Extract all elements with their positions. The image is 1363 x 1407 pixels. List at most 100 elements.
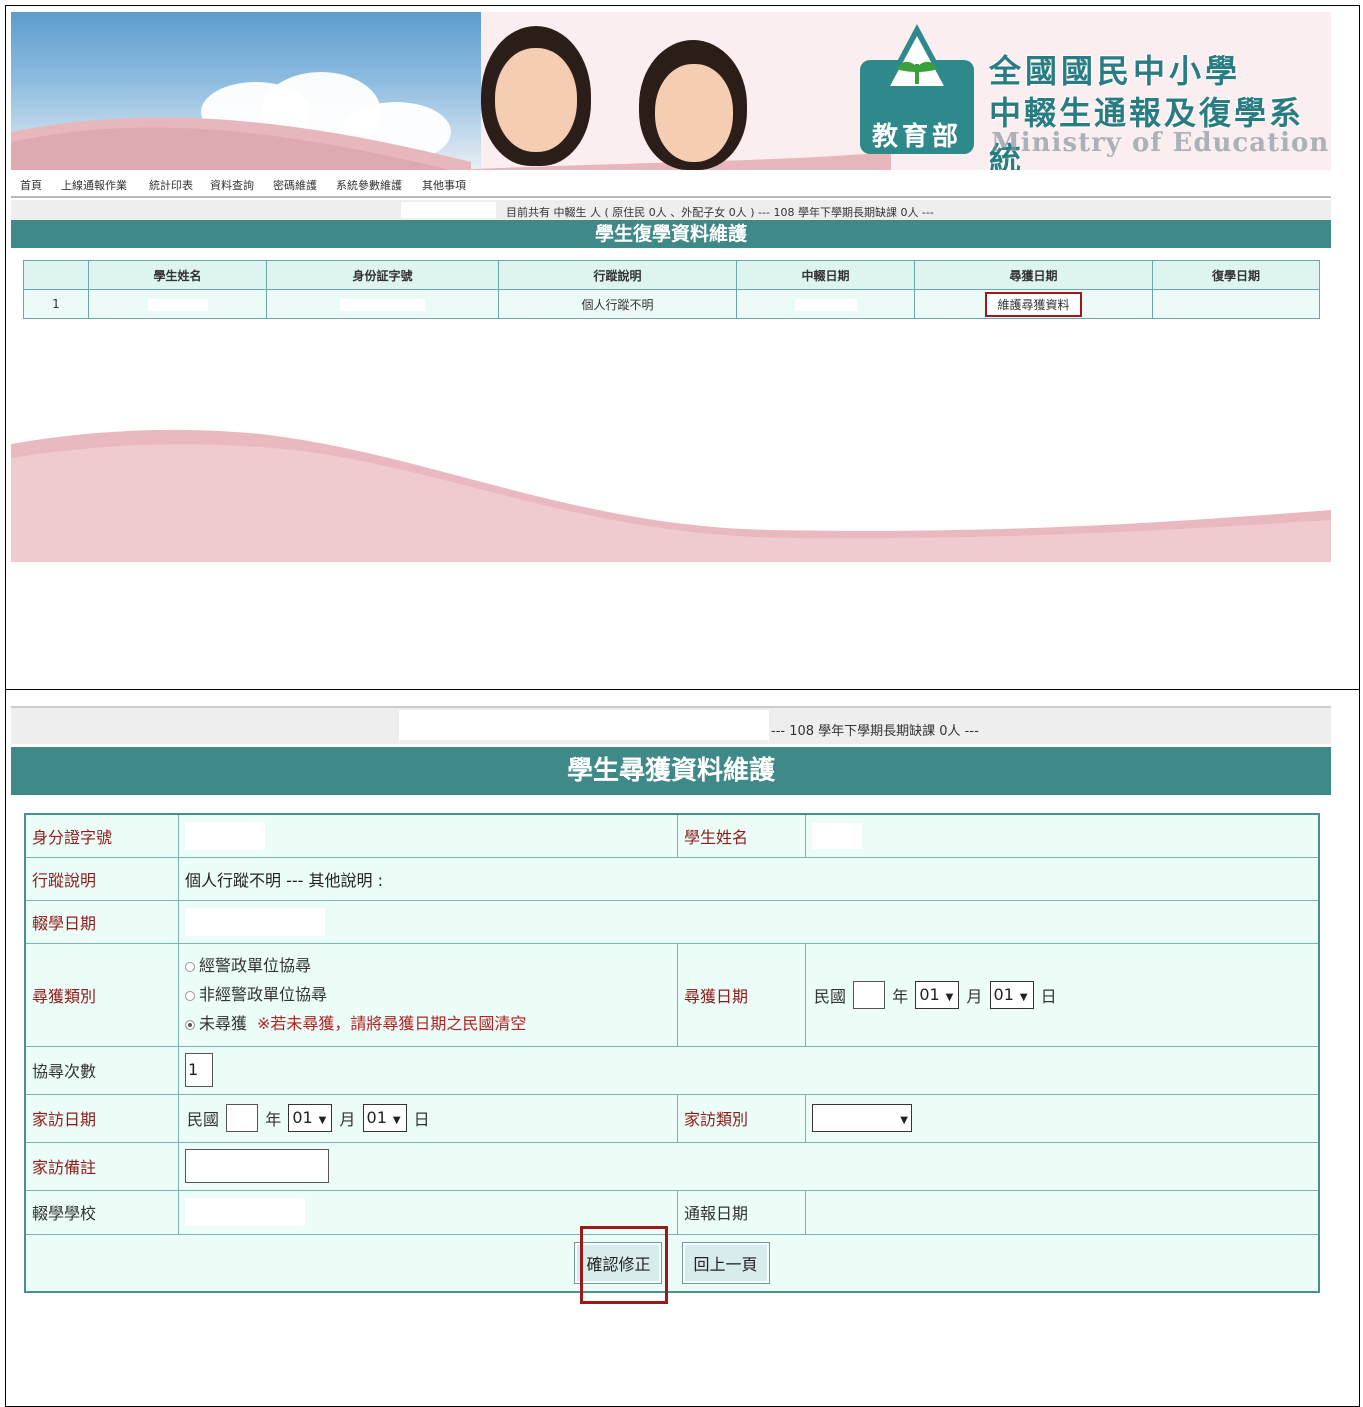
nav-item-password[interactable]: 密碼維護 — [273, 177, 317, 193]
form-row-home-visit-note: 家訪備註 — [24, 1141, 1320, 1191]
found-type-option-notfound[interactable]: 未尋獲 ※若未尋獲，請將尋獲日期之民國清空 — [185, 1009, 671, 1038]
redacted-school-name — [401, 202, 496, 218]
radio-notfound-selected[interactable] — [185, 1019, 195, 1030]
found-type-option-nonpolice[interactable]: 非經警政單位協尋 — [185, 980, 671, 1009]
home-visit-date-field: 民國 年 01 ▼ 月 01 ▼ 日 — [178, 1093, 678, 1143]
chevron-down-icon: ▼ — [392, 1115, 401, 1126]
status-bar-bottom: --- 108 學年下學期長期缺課 0人 --- — [11, 706, 1331, 744]
id-value-cell — [178, 813, 678, 858]
nav-item-statistics[interactable]: 統計印表 — [149, 177, 193, 193]
home-visit-type-cell: ▼ — [805, 1093, 1320, 1143]
column-header-dropout-date: 中輟日期 — [736, 260, 915, 290]
found-day-select[interactable]: 01 ▼ — [989, 980, 1034, 1009]
redacted-name-value — [812, 822, 862, 849]
row-dropout-date-cell — [736, 289, 915, 319]
panel-student-return-list: 教育部 全國國民中小學 中輟生通報及復學系統 Ministry of Educa… — [5, 5, 1360, 691]
column-header-name: 學生姓名 — [88, 260, 267, 290]
redacted-status — [399, 710, 769, 740]
found-data-form: 身分證字號 學生姓名 行蹤說明 個人行蹤不明 --- 其他說明 : 輟學日期 尋… — [24, 813, 1320, 1293]
table-header-row: 學生姓名 身份証字號 行蹤說明 中輟日期 尋獲日期 復學日期 — [23, 260, 1320, 290]
nav-item-home[interactable]: 首頁 — [20, 177, 42, 193]
chevron-down-icon: ▼ — [900, 1115, 908, 1126]
footer-wave-decoration — [11, 429, 1331, 562]
form-row-home-visit-date: 家訪日期 民國 年 01 ▼ 月 01 ▼ 日 家訪類別 ▼ — [24, 1093, 1320, 1143]
chevron-down-icon: ▼ — [318, 1115, 327, 1126]
nav-item-other[interactable]: 其他事項 — [422, 177, 466, 193]
whereabouts-label: 行蹤說明 — [24, 856, 179, 901]
nav-item-system-params[interactable]: 系統參數維護 — [336, 177, 402, 193]
confirm-button-highlight — [580, 1226, 668, 1304]
form-row-id: 身分證字號 學生姓名 — [24, 813, 1320, 858]
found-year-unit: 年 — [892, 986, 909, 1006]
found-type-label: 尋獲類別 — [24, 942, 179, 1047]
header-banner: 教育部 全國國民中小學 中輟生通報及復學系統 Ministry of Educa… — [11, 12, 1331, 170]
found-type-options: 經警政單位協尋 非經警政單位協尋 未尋獲 ※若未尋獲，請將尋獲日期之民國清空 — [178, 942, 678, 1047]
form-row-found-type: 尋獲類別 經警政單位協尋 非經警政單位協尋 未尋獲 ※若未尋獲，請將尋獲日期之民國… — [24, 942, 1320, 1047]
home-visit-type-label: 家訪類別 — [677, 1093, 806, 1143]
dropout-date-cell — [178, 899, 1320, 944]
whereabouts-value: 個人行蹤不明 --- 其他說明 : — [178, 856, 1320, 901]
home-visit-date-label: 家訪日期 — [24, 1093, 179, 1143]
home-visit-month-select[interactable]: 01 ▼ — [288, 1104, 333, 1132]
nav-item-query[interactable]: 資料查詢 — [210, 177, 254, 193]
panel-found-data-form: --- 108 學年下學期長期缺課 0人 --- 學生尋獲資料維護 身分證字號 … — [5, 689, 1360, 1407]
form-row-search-count: 協尋次數 1 — [24, 1045, 1320, 1095]
home-visit-year-input[interactable] — [226, 1104, 259, 1132]
redacted-id-value — [185, 821, 265, 850]
radio-police[interactable] — [185, 961, 195, 972]
home-visit-day-unit: 日 — [413, 1110, 430, 1129]
system-title-english: Ministry of Education — [991, 128, 1330, 158]
home-visit-note-label: 家訪備註 — [24, 1141, 179, 1191]
found-month-unit: 月 — [966, 986, 983, 1006]
search-count-input[interactable]: 1 — [185, 1053, 213, 1087]
row-index: 1 — [23, 289, 89, 319]
maintain-found-link[interactable]: 維護尋獲資料 — [985, 291, 1082, 317]
home-visit-note-input[interactable] — [185, 1149, 329, 1183]
redacted-name — [147, 298, 208, 311]
main-nav: 首頁 上線通報作業 統計印表 資料查詢 密碼維護 系統參數維護 其他事項 — [11, 170, 1331, 198]
column-header-whereabouts: 行蹤說明 — [498, 260, 737, 290]
system-title-line1: 全國國民中小學 — [989, 52, 1242, 90]
column-header-index — [23, 260, 89, 290]
action-cell: 確認修正 回上一頁 — [24, 1233, 1320, 1293]
found-month-select[interactable]: 01 ▼ — [915, 980, 960, 1009]
page-title-return: 學生復學資料維護 — [11, 220, 1331, 248]
redacted-school — [185, 1198, 305, 1226]
found-type-option-police[interactable]: 經警政單位協尋 — [185, 951, 671, 980]
found-type-note: ※若未尋獲，請將尋獲日期之民國清空 — [257, 1014, 527, 1033]
found-year-input[interactable] — [853, 980, 886, 1009]
home-visit-year-unit: 年 — [265, 1110, 282, 1129]
search-count-label: 協尋次數 — [24, 1045, 179, 1095]
moe-label: 教育部 — [871, 122, 962, 152]
report-date-cell — [805, 1189, 1320, 1235]
row-id-cell — [266, 289, 499, 319]
report-date-label: 通報日期 — [677, 1189, 806, 1235]
column-header-found-date: 尋獲日期 — [914, 260, 1153, 290]
chevron-down-icon: ▼ — [1019, 991, 1028, 1003]
row-name-cell — [88, 289, 267, 319]
form-row-whereabouts: 行蹤說明 個人行蹤不明 --- 其他說明 : — [24, 856, 1320, 901]
home-visit-era: 民國 — [187, 1110, 220, 1129]
home-visit-note-cell — [178, 1141, 1320, 1191]
home-visit-type-select[interactable]: ▼ — [812, 1104, 912, 1132]
radio-nonpolice[interactable] — [185, 990, 195, 1001]
found-date-era: 民國 — [814, 986, 847, 1006]
row-whereabouts: 個人行蹤不明 — [498, 289, 737, 319]
nav-item-report[interactable]: 上線通報作業 — [61, 177, 127, 193]
redacted-id — [340, 298, 425, 311]
row-return-date — [1152, 289, 1320, 319]
home-visit-day-select[interactable]: 01 ▼ — [362, 1104, 407, 1132]
home-visit-month-unit: 月 — [339, 1110, 356, 1129]
found-date-field: 民國 年 01 ▼ 月 01 ▼ 日 — [805, 942, 1320, 1047]
form-row-dropout-date: 輟學日期 — [24, 899, 1320, 944]
row-found-date-cell: 維護尋獲資料 — [914, 289, 1153, 319]
column-header-id: 身份証字號 — [266, 260, 499, 290]
student-name-label: 學生姓名 — [677, 813, 806, 858]
search-count-cell: 1 — [178, 1045, 1320, 1095]
form-row-dropout-school: 輟學學校 通報日期 — [24, 1189, 1320, 1235]
back-button[interactable]: 回上一頁 — [681, 1241, 770, 1284]
form-row-actions: 確認修正 回上一頁 — [24, 1233, 1320, 1293]
id-label: 身分證字號 — [24, 813, 179, 858]
page-title-found: 學生尋獲資料維護 — [11, 747, 1331, 795]
found-date-label: 尋獲日期 — [677, 942, 806, 1047]
